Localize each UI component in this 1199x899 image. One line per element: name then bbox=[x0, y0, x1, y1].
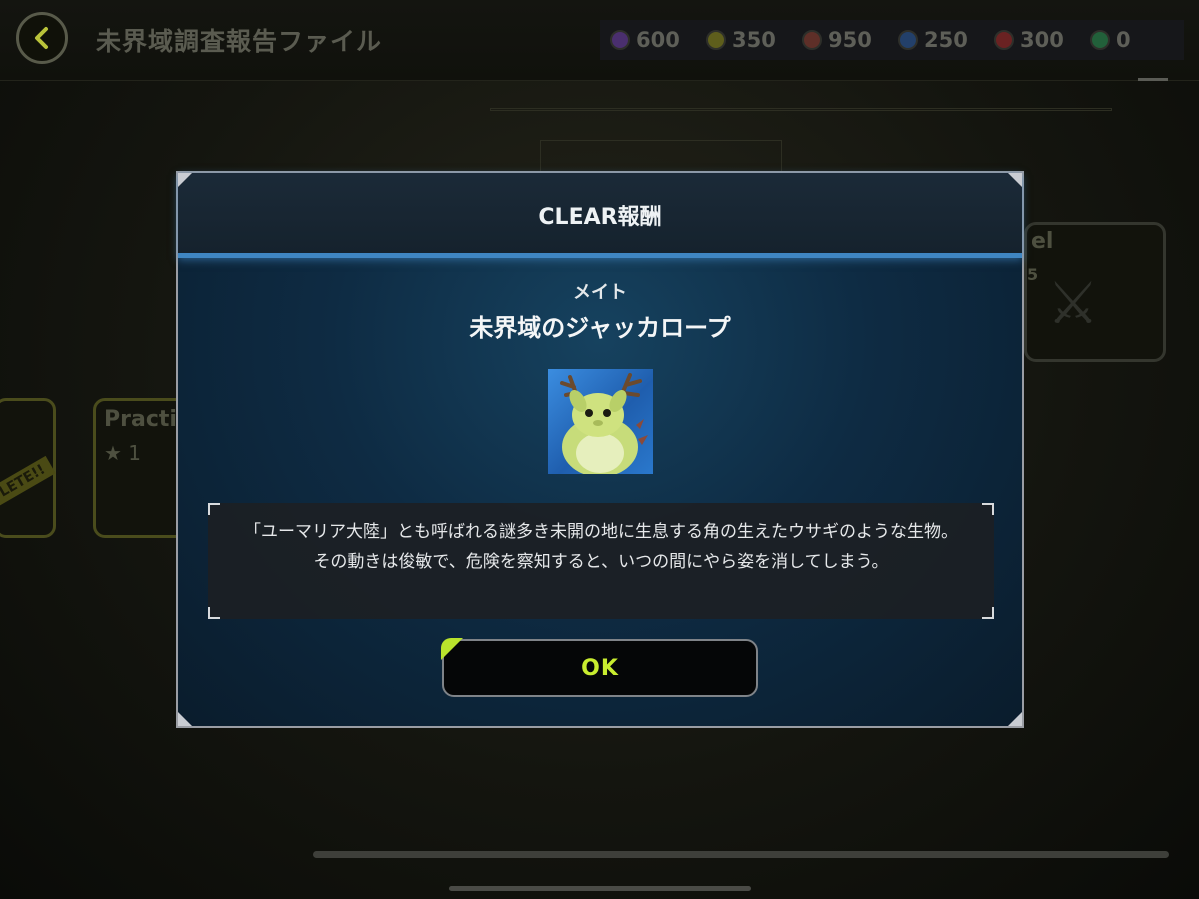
red-gem-icon bbox=[994, 30, 1014, 50]
purple-gem-icon bbox=[610, 30, 630, 50]
reward-name: 未界域のジャッカロープ bbox=[469, 314, 731, 342]
practice-card-stars: ★ 1 bbox=[104, 441, 142, 465]
bracket-corner bbox=[982, 607, 994, 619]
top-bar: 未界域調査報告ファイル 600 350 950 250 300 0 bbox=[0, 0, 1199, 81]
bg-panel bbox=[540, 140, 782, 172]
green-gem-icon bbox=[1090, 30, 1110, 50]
back-button[interactable] bbox=[16, 12, 68, 64]
reward-description-box: 「ユーマリア大陸」とも呼ばれる謎多き未開の地に生息する角の生えたウサギのような生… bbox=[208, 503, 994, 619]
reward-item-icon bbox=[548, 369, 653, 474]
bracket-corner bbox=[982, 503, 994, 515]
currency-green: 0 bbox=[1090, 28, 1176, 52]
corner-ornament bbox=[178, 173, 192, 187]
currency-blue: 250 bbox=[898, 28, 984, 52]
practice-card-label: Practi bbox=[104, 407, 177, 432]
currency-value: 950 bbox=[828, 28, 872, 52]
stage-card-right[interactable]: el 5 ⚔ bbox=[1024, 222, 1166, 362]
bracket-corner bbox=[208, 503, 220, 515]
bg-divider bbox=[490, 108, 1112, 111]
scroll-indicator bbox=[1138, 78, 1168, 81]
stage-card-practice[interactable]: Practi ★ 1 bbox=[93, 398, 189, 538]
dialog-header: CLEAR報酬 bbox=[178, 173, 1022, 258]
home-indicator[interactable] bbox=[449, 886, 751, 891]
clear-reward-dialog: CLEAR報酬 メイト 未界域のジャッカロープ 「ユーマリア大陸」とも呼ばれる謎… bbox=[176, 171, 1024, 728]
ok-button-accent bbox=[441, 638, 463, 660]
bracket-corner bbox=[208, 607, 220, 619]
red-brown-gem-icon bbox=[802, 30, 822, 50]
currency-red: 300 bbox=[994, 28, 1080, 52]
currency-value: 250 bbox=[924, 28, 968, 52]
ok-button[interactable]: OK bbox=[441, 638, 758, 697]
reward-description: 「ユーマリア大陸」とも呼ばれる謎多き未開の地に生息する角の生えたウサギのような生… bbox=[244, 522, 958, 572]
horizontal-scrollbar[interactable] bbox=[313, 851, 1169, 858]
page-title: 未界域調査報告ファイル bbox=[96, 27, 383, 56]
yellow-gem-icon bbox=[706, 30, 726, 50]
complete-tag: LETE!! bbox=[0, 455, 56, 507]
currency-purple: 600 bbox=[610, 28, 696, 52]
currency-value: 300 bbox=[1020, 28, 1064, 52]
jackalope-icon bbox=[560, 373, 648, 474]
currency-red-brown: 950 bbox=[802, 28, 888, 52]
currency-value: 600 bbox=[636, 28, 680, 52]
corner-ornament bbox=[178, 712, 192, 726]
right-card-number: 5 bbox=[1027, 265, 1039, 284]
chevron-left-icon bbox=[35, 27, 48, 49]
currency-value: 350 bbox=[732, 28, 776, 52]
dialog-title: CLEAR報酬 bbox=[538, 205, 662, 230]
reward-category: メイト bbox=[573, 282, 627, 303]
stage-card-complete[interactable]: LETE!! bbox=[0, 398, 56, 538]
right-card-label: el bbox=[1031, 229, 1054, 254]
corner-ornament bbox=[1008, 173, 1022, 187]
corner-ornament bbox=[1008, 712, 1022, 726]
currency-yellow: 350 bbox=[706, 28, 792, 52]
currency-bar: 600 350 950 250 300 0 bbox=[600, 20, 1184, 60]
crossed-swords-icon: ⚔ bbox=[1047, 269, 1099, 337]
currency-value: 0 bbox=[1116, 28, 1131, 52]
ok-button-label: OK bbox=[581, 655, 619, 681]
blue-gem-icon bbox=[898, 30, 918, 50]
